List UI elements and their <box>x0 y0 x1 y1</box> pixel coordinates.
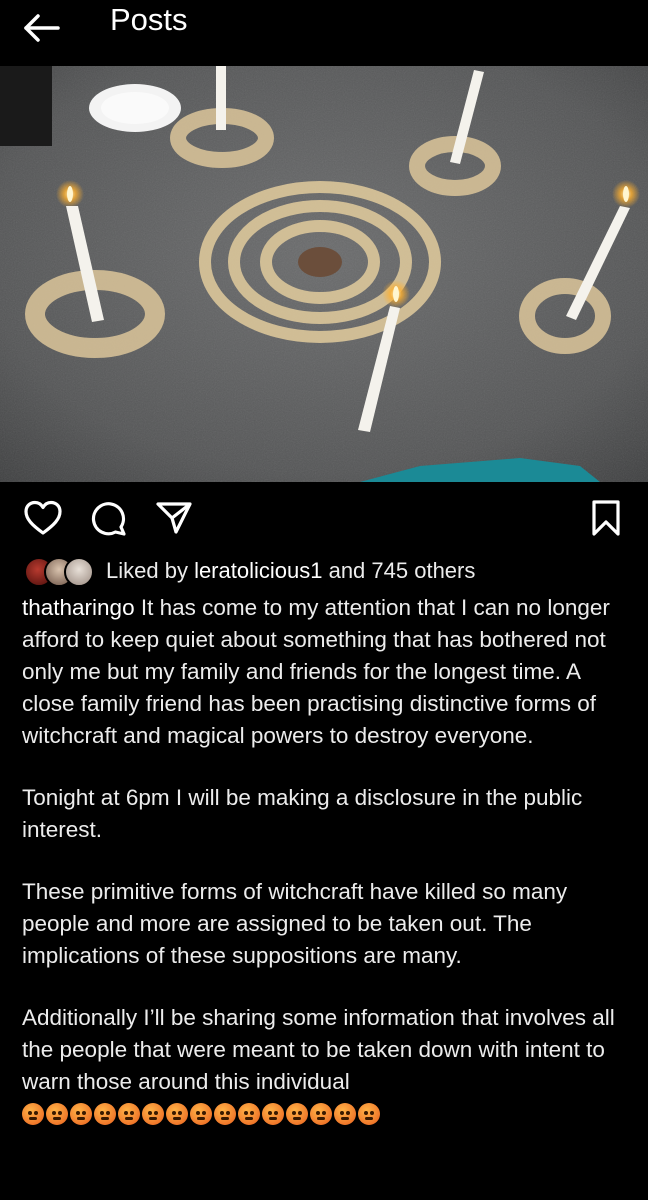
liker-avatars <box>24 556 98 587</box>
angry-face-icon <box>334 1103 356 1125</box>
caption-text-4: Additionally I’ll be sharing some inform… <box>22 1005 615 1094</box>
angry-face-icon <box>22 1103 44 1125</box>
post-image <box>0 66 648 482</box>
share-button[interactable] <box>154 498 196 543</box>
comment-button[interactable] <box>88 498 130 543</box>
send-icon <box>156 502 192 534</box>
angry-face-icon <box>238 1103 260 1125</box>
likes-suffix[interactable]: and 745 others <box>322 558 476 583</box>
like-button[interactable] <box>22 498 64 543</box>
angry-face-icon <box>94 1103 116 1125</box>
comment-icon <box>91 502 126 536</box>
caption-paragraph: thatharingo It has come to my attention … <box>22 592 628 752</box>
arrow-left-icon <box>24 14 60 42</box>
candle-back-left <box>216 66 226 130</box>
post-photo[interactable] <box>0 66 648 482</box>
liker-username[interactable]: leratolicious1 <box>194 558 322 583</box>
likes-text: Liked by leratolicious1 and 745 others <box>106 558 475 584</box>
save-button[interactable] <box>586 498 626 543</box>
emoji-row <box>22 1103 380 1125</box>
angry-face-icon <box>46 1103 68 1125</box>
back-button[interactable] <box>20 8 64 48</box>
page-title: Posts <box>110 2 188 37</box>
post-caption: thatharingo It has come to my attention … <box>22 592 628 1160</box>
angry-face-icon <box>214 1103 236 1125</box>
angry-face-icon <box>118 1103 140 1125</box>
caption-paragraph: Tonight at 6pm I will be making a disclo… <box>22 785 583 842</box>
heart-icon <box>24 500 62 535</box>
top-bar: Posts <box>0 0 648 66</box>
avatar <box>64 557 94 587</box>
caption-paragraph: Additionally I’ll be sharing some inform… <box>22 1002 628 1130</box>
author-username[interactable]: thatharingo <box>22 595 135 620</box>
post-actions <box>0 492 648 544</box>
likes-row[interactable]: Liked by leratolicious1 and 745 others <box>24 555 624 587</box>
likes-prefix: Liked by <box>106 558 195 583</box>
angry-face-icon <box>310 1103 332 1125</box>
angry-face-icon <box>286 1103 308 1125</box>
angry-face-icon <box>166 1103 188 1125</box>
bookmark-icon <box>592 500 620 536</box>
angry-face-icon <box>70 1103 92 1125</box>
angry-face-icon <box>190 1103 212 1125</box>
caption-paragraph: These primitive forms of witchcraft have… <box>22 879 568 968</box>
angry-face-icon <box>142 1103 164 1125</box>
angry-face-icon <box>262 1103 284 1125</box>
angry-face-icon <box>358 1103 380 1125</box>
